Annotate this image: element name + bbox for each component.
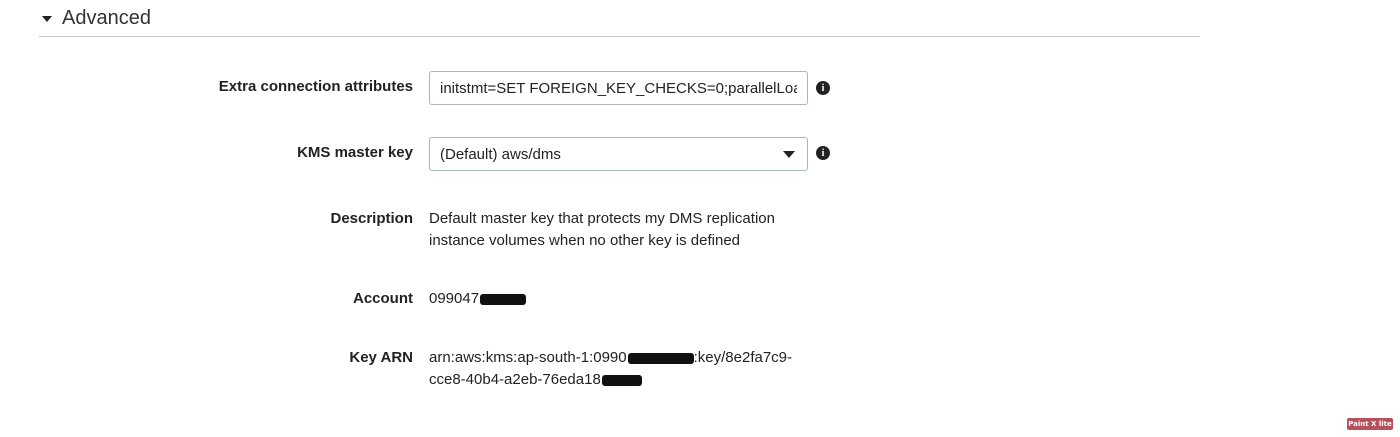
key-arn-label: Key ARN xyxy=(349,349,413,366)
key-arn-suffix: :key/8e2fa7c9- xyxy=(693,349,793,366)
description-value: Default master key that protects my DMS … xyxy=(429,208,775,252)
info-icon[interactable]: i xyxy=(816,81,830,95)
extra-connection-attributes-input[interactable] xyxy=(429,71,808,105)
account-number: 099047 xyxy=(429,290,480,307)
kms-master-key-select[interactable]: (Default) aws/dms xyxy=(429,137,808,171)
info-icon[interactable]: i xyxy=(816,146,830,160)
key-arn-line-1: arn:aws:kms:ap-south-1:0990 :key/8e2fa7c9… xyxy=(429,347,792,369)
kms-master-key-label: KMS master key xyxy=(297,144,413,161)
key-arn-line-2: cce8-40b4-a2eb-76eda18 xyxy=(429,369,792,391)
watermark-badge: Paint X lite xyxy=(1347,418,1393,430)
caret-down-icon xyxy=(42,16,52,22)
redaction-scribble xyxy=(601,374,642,386)
kms-master-key-selected-value: (Default) aws/dms xyxy=(440,145,561,163)
section-title: Advanced xyxy=(62,6,151,29)
account-value: 099047 xyxy=(429,288,527,310)
description-label: Description xyxy=(330,210,413,227)
description-line-1: Default master key that protects my DMS … xyxy=(429,210,775,227)
redaction-scribble xyxy=(480,293,527,305)
key-arn-value: arn:aws:kms:ap-south-1:0990 :key/8e2fa7c9… xyxy=(429,347,792,391)
key-arn-line-2-text: cce8-40b4-a2eb-76eda18 xyxy=(429,371,601,388)
advanced-section-toggle[interactable]: Advanced xyxy=(39,0,1200,37)
key-arn-prefix: arn:aws:kms:ap-south-1:0990 xyxy=(429,349,627,366)
extra-connection-attributes-label: Extra connection attributes xyxy=(218,78,413,95)
account-label: Account xyxy=(353,290,413,307)
chevron-down-icon xyxy=(783,150,795,158)
redaction-scribble xyxy=(627,352,694,364)
description-line-2: instance volumes when no other key is de… xyxy=(429,232,741,249)
